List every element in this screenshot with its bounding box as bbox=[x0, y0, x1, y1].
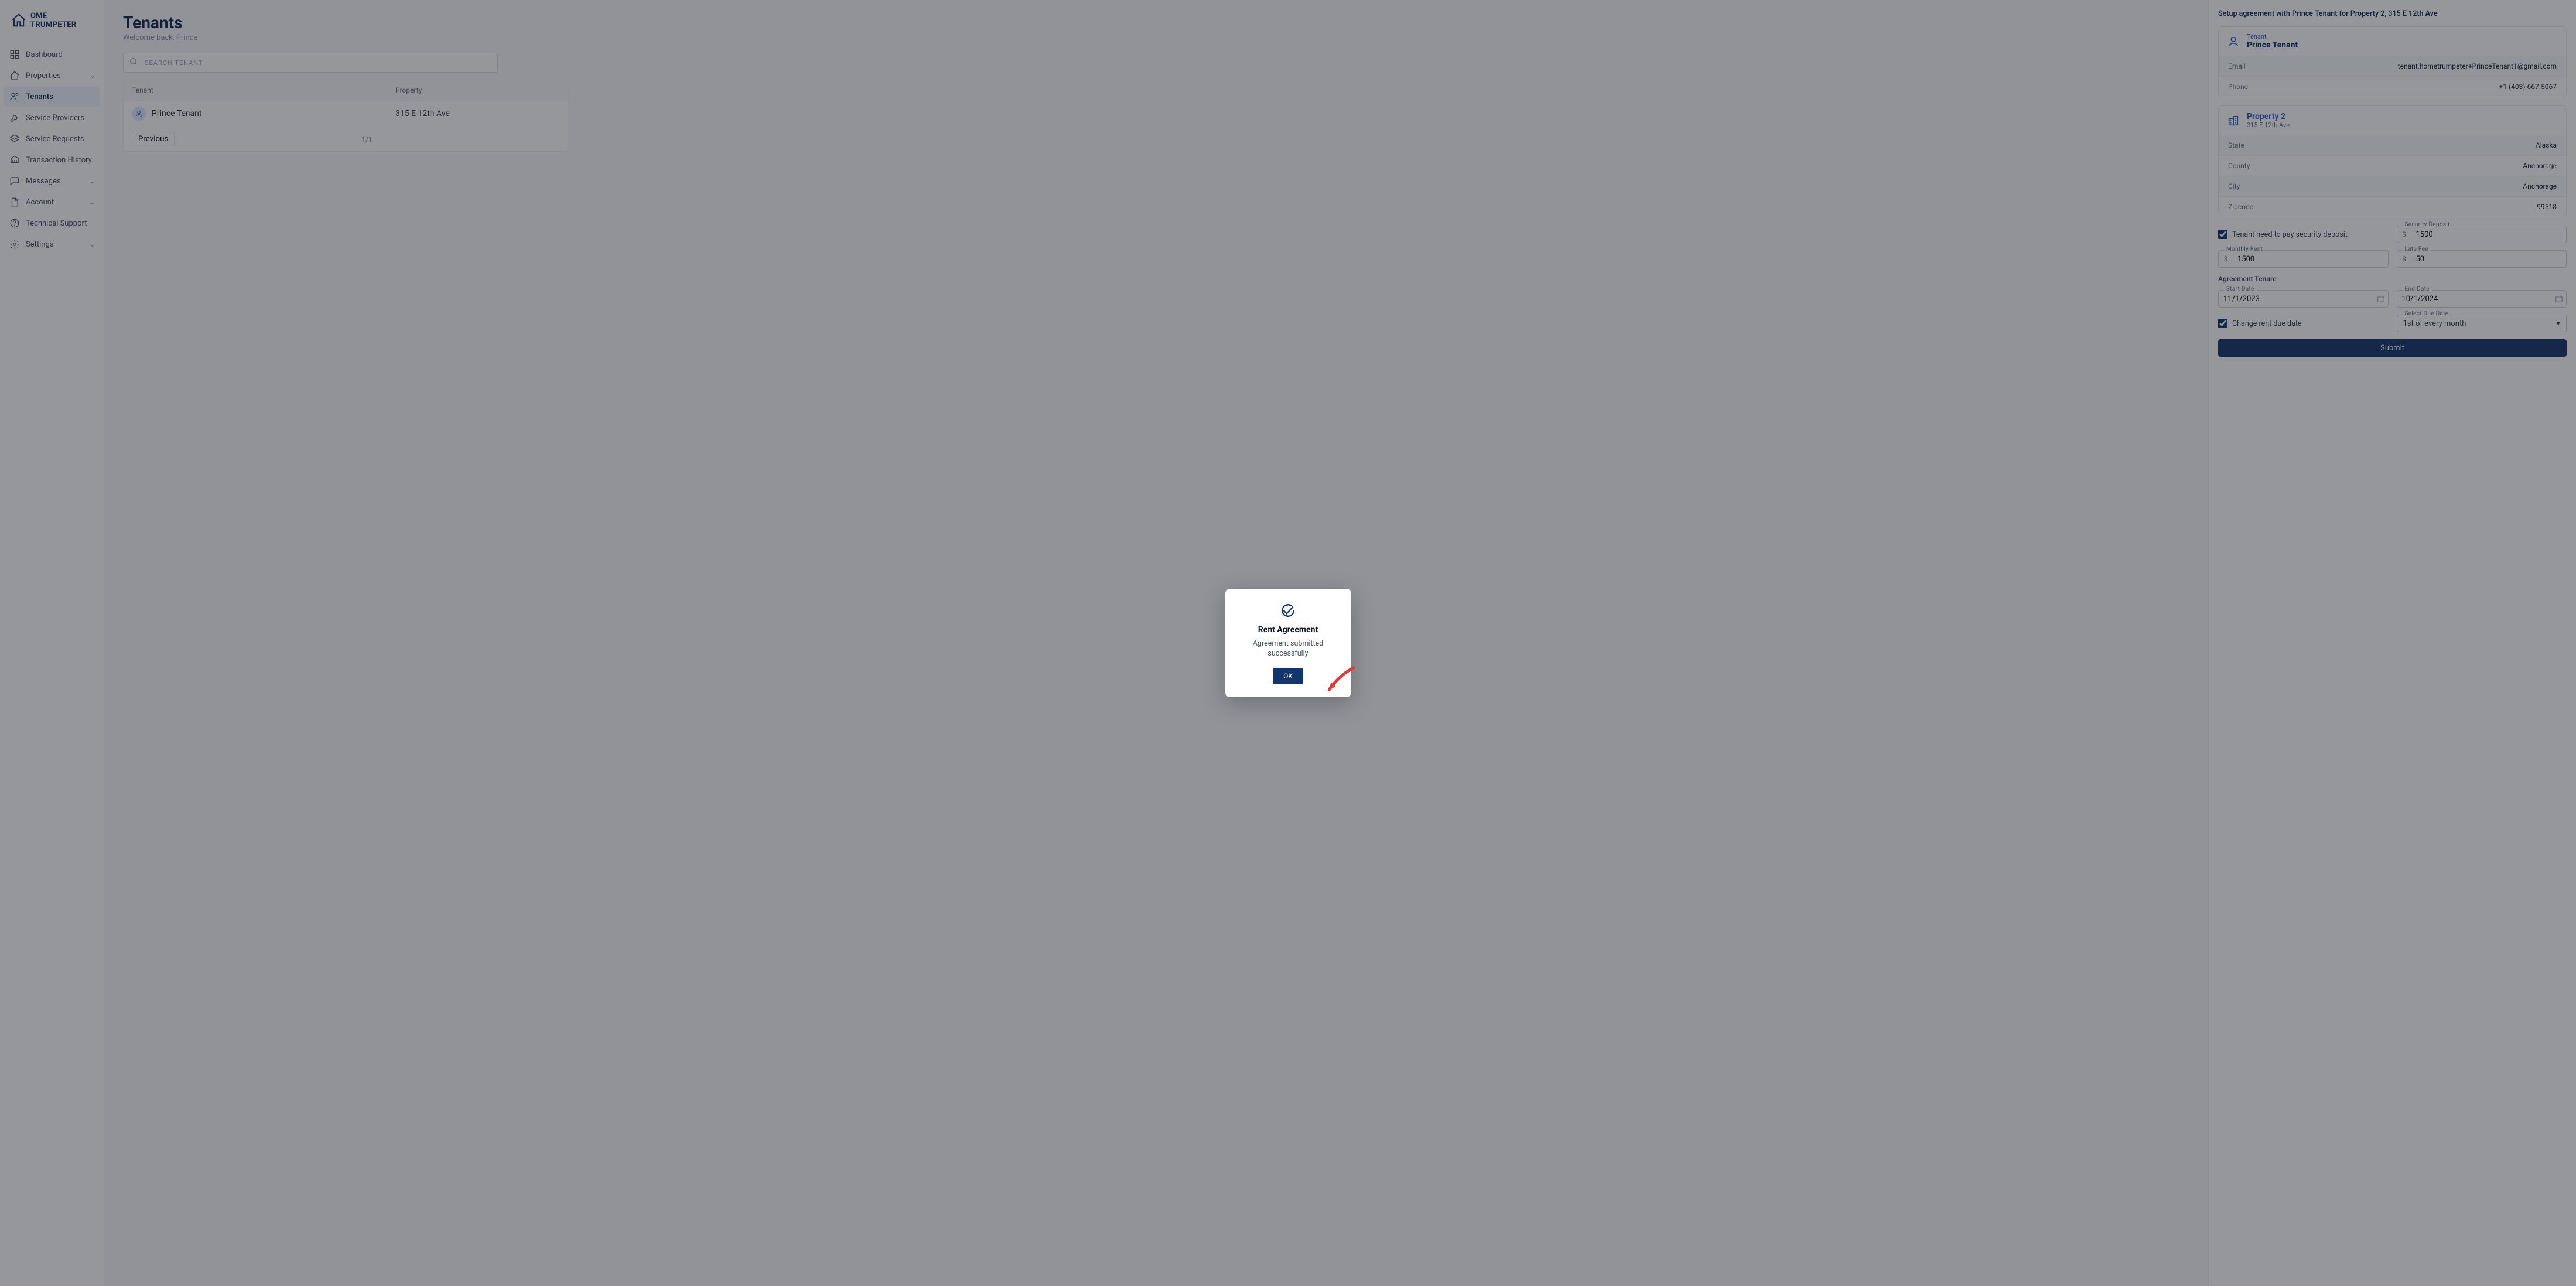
modal-message: Agreement submitted successfully bbox=[1237, 639, 1340, 659]
success-modal: Rent Agreement Agreement submitted succe… bbox=[1225, 589, 1351, 698]
modal-overlay: Rent Agreement Agreement submitted succe… bbox=[0, 0, 2576, 1286]
ok-button[interactable]: OK bbox=[1273, 668, 1303, 684]
check-circle-icon bbox=[1280, 603, 1296, 620]
modal-title: Rent Agreement bbox=[1258, 625, 1318, 635]
